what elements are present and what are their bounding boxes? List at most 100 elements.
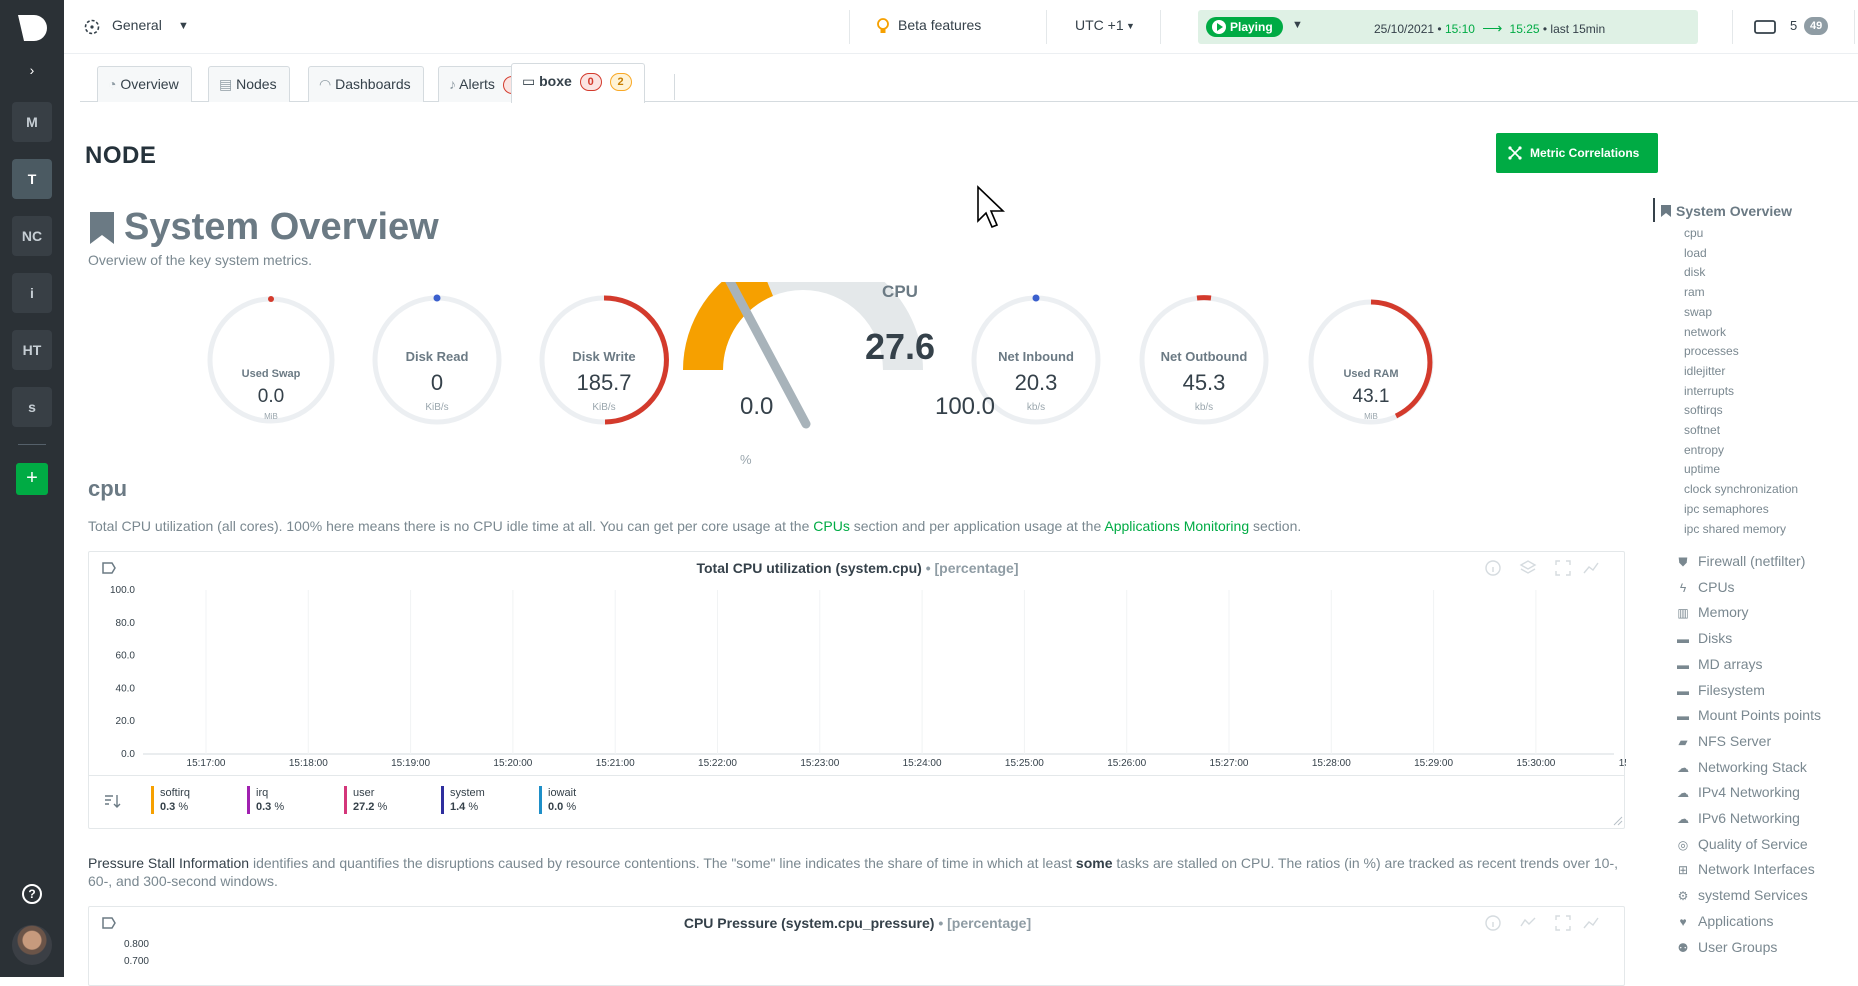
space-button-nc[interactable]: NC <box>12 216 52 256</box>
net-inbound-marker <box>1033 295 1040 302</box>
info-icon[interactable] <box>1484 914 1502 932</box>
cpu-gauge-label: CPU <box>850 282 950 302</box>
used-swap-label: Used Swap <box>221 368 321 380</box>
toc-item-ram[interactable]: ram <box>1684 285 1705 299</box>
chart-type-icon[interactable] <box>1582 914 1600 932</box>
disk-write-label: Disk Write <box>554 349 654 364</box>
info-icon[interactable] <box>1484 559 1502 577</box>
toc-item-interrupts[interactable]: interrupts <box>1684 384 1734 398</box>
play-chevron-down-icon[interactable]: ▼ <box>1292 19 1303 31</box>
toc-section-mount-points-points[interactable]: ▬Mount Points points <box>1676 707 1821 723</box>
cpu-pressure-chart[interactable]: CPU Pressure (system.cpu_pressure) • [pe… <box>88 906 1625 986</box>
toc-item-clock-synchronization[interactable]: clock synchronization <box>1684 482 1798 496</box>
toc-item-ipc-shared-memory[interactable]: ipc shared memory <box>1684 522 1786 536</box>
legend-item-system[interactable]: system1.4 % <box>441 786 485 814</box>
space-button-m[interactable]: M <box>12 102 52 142</box>
toc-section-filesystem[interactable]: ▬Filesystem <box>1676 682 1765 698</box>
x-tick: 15:17:00 <box>187 758 226 769</box>
netdata-logo[interactable] <box>16 14 48 42</box>
legend-item-user[interactable]: user27.2 % <box>344 786 387 814</box>
toc-item-softnet[interactable]: softnet <box>1684 423 1720 437</box>
x-tick: 15:20:00 <box>493 758 532 769</box>
legend-item-iowait[interactable]: iowait0.0 % <box>539 786 576 814</box>
time-range[interactable]: 25/10/2021 • 15:10 ⟶ 15:25 • last 15min <box>1374 20 1605 37</box>
space-button-s[interactable]: s <box>12 387 52 427</box>
toc-item-disk[interactable]: disk <box>1684 265 1705 279</box>
user-avatar[interactable] <box>12 925 52 965</box>
room-selector[interactable]: General <box>112 17 162 33</box>
nodes-count[interactable]: 5 <box>1790 18 1797 33</box>
space-button-ht[interactable]: HT <box>12 330 52 370</box>
toc-section-user-groups[interactable]: ⚉User Groups <box>1676 939 1777 955</box>
toc-section-firewall-netfilter-[interactable]: ⛊Firewall (netfilter) <box>1676 553 1805 570</box>
toc-section-cpus[interactable]: ϟCPUs <box>1676 579 1735 595</box>
toc-section-disks[interactable]: ▬Disks <box>1676 630 1732 646</box>
toc-section-network-interfaces[interactable]: ⊞Network Interfaces <box>1676 861 1815 877</box>
toc-system-overview[interactable]: System Overview <box>1676 203 1792 219</box>
space-button-t[interactable]: T <box>12 159 52 199</box>
toc-item-cpu[interactable]: cpu <box>1684 226 1703 240</box>
psi-text: identifies and quantifies the disruption… <box>249 855 1076 871</box>
toc-item-softirqs[interactable]: softirqs <box>1684 403 1723 417</box>
node-tab-icon: ▭ <box>522 73 535 89</box>
toc-item-uptime[interactable]: uptime <box>1684 462 1720 476</box>
chart-type-icon[interactable] <box>1582 559 1600 577</box>
cpu-utilization-chart[interactable]: Total CPU utilization (system.cpu) • [pe… <box>88 551 1625 829</box>
y-tick: 100.0 <box>110 585 135 596</box>
playing-button[interactable]: Playing <box>1206 17 1283 37</box>
correlate-icon[interactable] <box>1519 914 1537 932</box>
beta-features-button[interactable]: Beta features <box>898 17 981 33</box>
cloud-icon: ☁ <box>1676 761 1690 775</box>
tab-nodes[interactable]: ▤ Nodes <box>208 66 290 102</box>
sort-icon[interactable] <box>103 792 121 810</box>
toc-section-systemd-services[interactable]: ⚙systemd Services <box>1676 887 1808 903</box>
timezone-selector[interactable]: UTC +1 <box>1075 17 1124 33</box>
chart-title-text: Total CPU utilization (system.cpu) <box>696 560 921 576</box>
toc-item-swap[interactable]: swap <box>1684 305 1712 319</box>
tab-node-boxe[interactable]: ▭ boxe 0 2 <box>511 63 645 103</box>
toc-item-entropy[interactable]: entropy <box>1684 443 1724 457</box>
help-icon[interactable]: ? <box>22 884 42 904</box>
cpu-plot-area[interactable]: 100.080.060.040.020.00.015:17:0015:18:00… <box>89 582 1626 772</box>
layers-icon[interactable] <box>1519 559 1537 577</box>
legend-item-softirq[interactable]: softirq0.3 % <box>151 786 190 814</box>
toc-section-md-arrays[interactable]: ▬MD arrays <box>1676 656 1763 672</box>
toc-item-processes[interactable]: processes <box>1684 344 1739 358</box>
spaces-sidebar: › M T NC i HT s + ? <box>0 0 64 977</box>
tab-overview[interactable]: ◔ Overview <box>97 66 192 102</box>
expand-sidebar-icon[interactable]: › <box>22 62 42 78</box>
legend-name: system <box>450 786 485 800</box>
applications-monitoring-link[interactable]: Applications Monitoring <box>1104 518 1249 534</box>
toc-section-networking-stack[interactable]: ☁Networking Stack <box>1676 759 1807 775</box>
space-button-i[interactable]: i <box>12 273 52 313</box>
net-inbound-unit: kb/s <box>986 402 1086 413</box>
legend-item-irq[interactable]: irq0.3 % <box>247 786 284 814</box>
add-space-button[interactable]: + <box>16 463 48 495</box>
cpu-gauge-fill <box>683 282 773 370</box>
toc-section-nfs-server[interactable]: ▰NFS Server <box>1676 733 1771 749</box>
metric-correlations-button[interactable]: Metric Correlations <box>1496 133 1658 173</box>
x-tick: 15:22:00 <box>698 758 737 769</box>
timezone-chevron-down-icon[interactable]: ▼ <box>1126 21 1135 31</box>
toc-item-ipc-semaphores[interactable]: ipc semaphores <box>1684 502 1769 516</box>
tab-dashboards[interactable]: ◠ Dashboards <box>308 66 424 102</box>
range-to: 15:25 <box>1510 22 1540 36</box>
cpu-gauge-unit: % <box>740 452 760 467</box>
fullscreen-icon[interactable] <box>1554 559 1572 577</box>
cpus-link[interactable]: CPUs <box>813 518 850 534</box>
rail-divider <box>18 444 46 445</box>
toc-item-load[interactable]: load <box>1684 246 1707 260</box>
toc-section-ipv6-networking[interactable]: ☁IPv6 Networking <box>1676 810 1800 826</box>
playback-bar[interactable]: Playing ▼ 25/10/2021 • 15:10 ⟶ 15:25 • l… <box>1198 10 1698 44</box>
resize-handle-icon[interactable] <box>1613 816 1623 826</box>
room-chevron-down-icon[interactable]: ▼ <box>178 20 189 32</box>
toc-section-applications[interactable]: ♥Applications <box>1676 913 1774 929</box>
toc-section-ipv4-networking[interactable]: ☁IPv4 Networking <box>1676 784 1800 800</box>
toc-section-memory[interactable]: ▥Memory <box>1676 604 1749 620</box>
toc-item-idlejitter[interactable]: idlejitter <box>1684 364 1725 378</box>
users-icon: ⚉ <box>1676 941 1690 955</box>
heart-icon: ♥ <box>1676 915 1690 929</box>
fullscreen-icon[interactable] <box>1554 914 1572 932</box>
toc-section-quality-of-service[interactable]: ◎Quality of Service <box>1676 836 1808 852</box>
toc-item-network[interactable]: network <box>1684 325 1726 339</box>
